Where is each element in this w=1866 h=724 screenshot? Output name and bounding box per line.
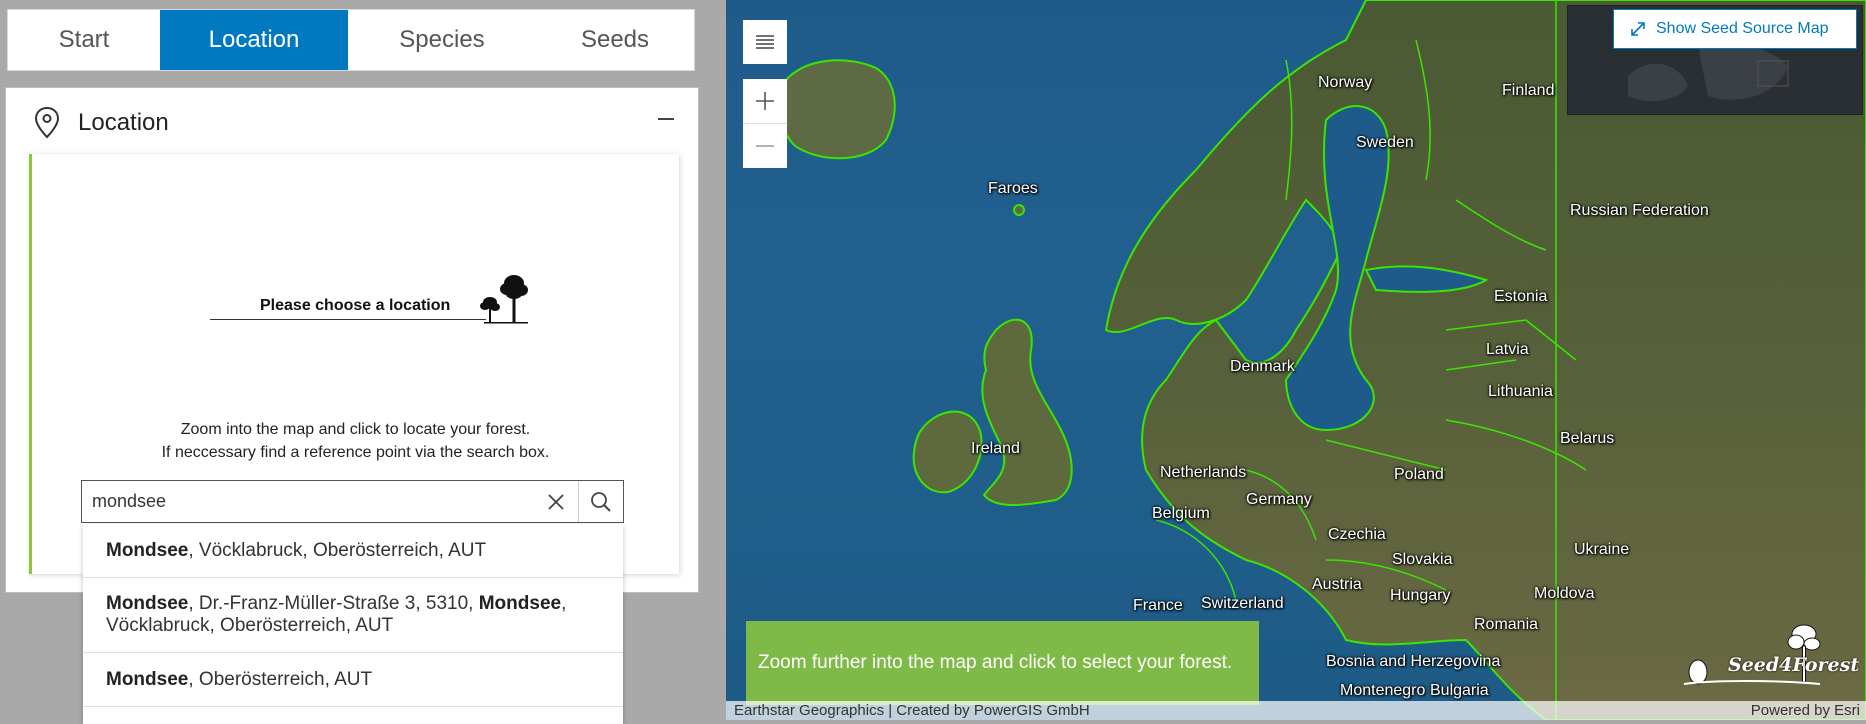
map-label-russian-federation: Russian Federation bbox=[1570, 202, 1709, 219]
map-label-czechia: Czechia bbox=[1328, 526, 1386, 543]
overview-map[interactable]: Show Seed Source Map bbox=[1567, 5, 1863, 115]
map-label-france: France bbox=[1133, 597, 1183, 614]
map-label-austria: Austria bbox=[1312, 576, 1362, 593]
powered-by-text[interactable]: Powered by Esri bbox=[1751, 702, 1860, 719]
close-icon bbox=[548, 493, 564, 510]
layer-list-button[interactable] bbox=[743, 20, 787, 64]
seed-source-label: Show Seed Source Map bbox=[1656, 20, 1829, 37]
heading-underline bbox=[210, 319, 486, 320]
map-label-lithuania: Lithuania bbox=[1488, 383, 1553, 400]
map-label-switzerland: Switzerland bbox=[1201, 595, 1284, 612]
attribution-text[interactable]: Earthstar Geographics | Created by Power… bbox=[734, 702, 1090, 719]
list-icon bbox=[756, 35, 774, 49]
map-label-bosnia-and-herzegovina: Bosnia and Herzegovina bbox=[1326, 653, 1501, 670]
map-attribution: Earthstar Geographics | Created by Power… bbox=[726, 701, 1866, 720]
map-label-ireland: Ireland bbox=[971, 440, 1020, 457]
map-label-belgium: Belgium bbox=[1152, 505, 1210, 522]
map-label-montenegro: Montenegro bbox=[1340, 682, 1426, 699]
land-faroes bbox=[1013, 204, 1025, 216]
suggestion-text: Mondsee, Oberösterreich, AUT bbox=[106, 668, 373, 690]
instructions-line-2: If neccessary find a reference point via… bbox=[161, 444, 550, 461]
choose-location-heading: Please choose a location bbox=[210, 269, 540, 333]
tab-species[interactable]: Species bbox=[348, 10, 536, 70]
instructions-line-1: Zoom into the map and click to locate yo… bbox=[180, 421, 531, 438]
map-label-bulgaria: Bulgaria bbox=[1430, 682, 1489, 699]
trees-icon bbox=[480, 275, 528, 324]
map-label-hungary: Hungary bbox=[1390, 587, 1451, 604]
map-label-denmark: Denmark bbox=[1230, 358, 1295, 375]
map-pin-icon bbox=[34, 106, 60, 139]
suggestion-text: Mondsee, Vöcklabruck, Oberösterreich, AU… bbox=[106, 539, 487, 561]
search-icon bbox=[591, 491, 611, 512]
map-label-romania: Romania bbox=[1474, 616, 1539, 633]
map-label-faroes: Faroes bbox=[988, 180, 1038, 197]
expand-icon bbox=[1631, 22, 1645, 36]
map-label-sweden: Sweden bbox=[1356, 134, 1414, 151]
tab-location[interactable]: Location bbox=[160, 10, 348, 70]
zoom-hint-banner: Zoom further into the map and click to s… bbox=[746, 621, 1259, 705]
location-panel-header[interactable]: Location bbox=[6, 88, 698, 154]
map-view[interactable]: Norway Finland Sweden Faroes Russian Federat… bbox=[726, 0, 1866, 720]
map-label-germany: Germany bbox=[1246, 491, 1312, 508]
brand-name: Seed4Forest bbox=[1728, 654, 1860, 676]
clear-search-button[interactable] bbox=[534, 481, 578, 522]
land-great-britain bbox=[981, 318, 1073, 506]
panel-title: Location bbox=[78, 109, 169, 136]
map-label-norway: Norway bbox=[1318, 74, 1373, 91]
map-label-slovakia: Slovakia bbox=[1392, 551, 1453, 568]
map-label-finland: Finland bbox=[1502, 82, 1555, 99]
heading-text: Please choose a location bbox=[260, 297, 451, 314]
zoom-in-button[interactable] bbox=[743, 79, 787, 123]
show-seed-source-map-button[interactable]: Show Seed Source Map bbox=[1613, 9, 1857, 49]
map-label-poland: Poland bbox=[1394, 466, 1444, 483]
step-tabs: Start Location Species Seeds bbox=[7, 9, 695, 71]
search-box bbox=[81, 480, 624, 523]
suggestion-text: Mondsee, Dr.-Franz-Müller-Straße 3, 5310… bbox=[106, 593, 567, 636]
map-label-belarus: Belarus bbox=[1560, 430, 1615, 447]
plus-icon bbox=[756, 92, 774, 110]
minus-icon[interactable] bbox=[658, 118, 674, 120]
search-input[interactable] bbox=[82, 481, 534, 522]
tab-seeds[interactable]: Seeds bbox=[536, 10, 694, 70]
map-label-latvia: Latvia bbox=[1486, 341, 1529, 358]
zoom-out-button[interactable] bbox=[743, 123, 787, 168]
search-button[interactable] bbox=[578, 481, 623, 522]
map-label-netherlands: Netherlands bbox=[1160, 464, 1247, 481]
map-label-estonia: Estonia bbox=[1494, 288, 1548, 305]
tab-start[interactable]: Start bbox=[8, 10, 160, 70]
suggestion-item[interactable]: Mondsee, Oberösterreich, AUT bbox=[83, 653, 623, 707]
minus-icon bbox=[756, 145, 774, 147]
search-suggestions: Mondsee, Vöcklabruck, Oberösterreich, AU… bbox=[83, 524, 623, 724]
land-iceland bbox=[778, 59, 896, 160]
suggestion-item[interactable]: Mondsee, Vöcklabruck, Oberösterreich, AU… bbox=[83, 524, 623, 578]
map-label-moldova: Moldova bbox=[1534, 585, 1595, 602]
instructions: Zoom into the map and click to locate yo… bbox=[32, 418, 679, 464]
map-label-ukraine: Ukraine bbox=[1574, 541, 1630, 558]
suggestion-item[interactable]: Mondsee, Dr.-Franz-Müller-Straße 3, 5310… bbox=[83, 578, 623, 653]
